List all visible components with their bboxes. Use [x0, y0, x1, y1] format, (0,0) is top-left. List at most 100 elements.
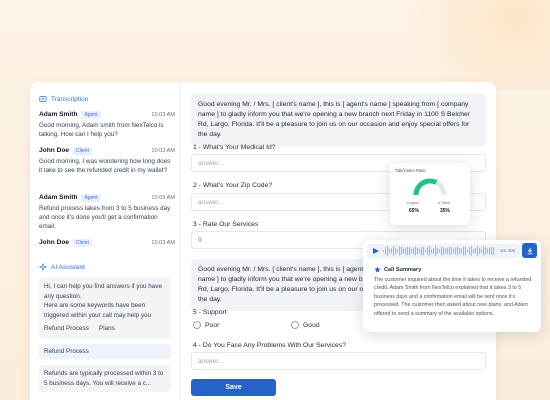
waveform-bar [471, 246, 473, 256]
keyword-chip[interactable]: Plans [99, 324, 115, 334]
waveform-bar [435, 246, 437, 256]
question-zip-code: 2 - What's Your Zip Code? [193, 182, 273, 189]
ratio-gauge [413, 178, 447, 196]
waveform-bar [451, 247, 453, 255]
message-time: 10:03 AM [151, 111, 175, 118]
option-label: Good [303, 321, 320, 329]
waveform-bar [483, 246, 485, 256]
waveform-bar [393, 246, 395, 256]
waveform-bar [479, 247, 481, 255]
waveform-bar [385, 247, 387, 255]
message-text: Refund process takes from 3 to 5 busines… [39, 205, 171, 230]
waveform-icon [383, 246, 495, 256]
waveform-bar [467, 249, 469, 253]
waveform-bar [485, 247, 487, 255]
transcription-title: Transcription [51, 95, 89, 103]
waveform-bar [395, 247, 397, 255]
audio-player[interactable]: 1m 40s [367, 244, 520, 258]
radio-button[interactable] [193, 321, 201, 329]
ai-keywords-text: Here are some keywords have been trigger… [44, 302, 152, 319]
radio-button[interactable] [291, 321, 299, 329]
star-icon [374, 266, 381, 273]
waveform-bar [465, 246, 467, 256]
waveform-bar [469, 246, 471, 256]
waveform-bar [455, 247, 457, 255]
waveform-bar [475, 247, 477, 255]
waveform-bar [397, 249, 399, 253]
speaker-name: Adam Smith [39, 194, 78, 201]
transcript-message: Adam Smith Agent 10:03 AM Refund process… [39, 193, 175, 231]
transcript-message: John Doe Client 10:03 AM Good morning, I… [39, 146, 175, 175]
message-text: Good morning, Adam smith from NexTelco i… [39, 122, 164, 138]
selected-keyword[interactable]: Refund Process [39, 344, 171, 359]
call-summary-text: The customer inquired about the time it … [374, 277, 532, 317]
question-rate-services: 3 - Rate Our Services [193, 221, 259, 228]
waveform-bar [473, 248, 475, 254]
agent-ratio-label: # Agent [407, 201, 420, 205]
gauge-fill [413, 178, 438, 196]
call-summary-header: Call Summary [374, 266, 421, 273]
question-problems: 4 - Do You Face Any Problems With Our Se… [193, 342, 346, 349]
waveform-bar [417, 247, 419, 255]
waveform-bar [423, 246, 425, 256]
waveform-bar [413, 247, 415, 255]
talk-listen-ratio-card: Talk/Listen Ratio # Agent 65% # Client 3… [390, 163, 470, 225]
left-panel: Transcription Adam Smith Agent 10:03 AM … [30, 82, 181, 400]
waveform-bar [459, 247, 461, 255]
waveform-bar [477, 246, 479, 256]
ai-assistant-title: AI Assistant [51, 263, 85, 271]
save-button[interactable]: Save [191, 379, 276, 396]
speaker-name: Adam Smith [39, 111, 78, 118]
waveform-bar [399, 246, 401, 256]
support-option-good[interactable]: Good [291, 321, 320, 329]
option-label: Poor [205, 321, 220, 329]
keyword-chip[interactable]: Refund Process [44, 324, 89, 334]
play-icon[interactable] [373, 247, 379, 254]
audio-duration: 1m 40s [499, 248, 515, 253]
role-badge: Client [73, 146, 92, 155]
waveform-bar [403, 248, 405, 254]
call-summary-title: Call Summary [384, 266, 422, 273]
agent-ratio-value: 65% [409, 208, 420, 214]
waveform-bar [447, 247, 449, 255]
question-medical-id: 1 - What's Your Medical Id? [193, 144, 276, 151]
waveform-bar [383, 250, 385, 252]
client-ratio-value: 35% [440, 208, 451, 214]
download-button[interactable] [522, 243, 537, 258]
download-icon [527, 247, 532, 254]
message-text: Good morning, I was wondering how long d… [39, 158, 171, 174]
waveform-bar [401, 247, 403, 255]
waveform-bar [415, 246, 417, 256]
ratio-title: Talk/Listen Ratio [395, 168, 426, 173]
ai-intro-text: Hi, I can help you find answers if you h… [44, 283, 162, 300]
role-badge: Agent [81, 193, 101, 202]
problems-input[interactable]: answer... [191, 352, 486, 370]
question-support: 5 - Support [193, 309, 227, 316]
message-time: 10:03 AM [151, 147, 175, 154]
support-option-poor[interactable]: Poor [193, 321, 219, 329]
waveform-bar [407, 247, 409, 255]
sparkle-icon [39, 263, 47, 271]
waveform-bar [493, 247, 495, 255]
message-time: 10:03 AM [151, 194, 175, 201]
waveform-bar [489, 247, 491, 255]
waveform-bar [425, 249, 427, 253]
waveform-bar [437, 247, 439, 255]
ai-answer-bubble: Refunds are typically processed within 3… [39, 365, 171, 393]
transcript-message: John Doe Client 10:03 AM [39, 238, 175, 247]
waveform-bar [411, 248, 413, 254]
waveform-bar [419, 248, 421, 254]
waveform-bar [457, 246, 459, 256]
waveform-bar [433, 248, 435, 254]
role-badge: Agent [81, 110, 101, 119]
waveform-bar [389, 248, 391, 254]
waveform-bar [481, 249, 483, 253]
client-ratio-label: # Client [438, 201, 451, 205]
waveform-bar [427, 247, 429, 255]
waveform-bar [461, 248, 463, 254]
ai-assistant-header: AI Assistant [39, 263, 85, 271]
script-greeting: Good evening Mr. / Mrs. [ client's name … [191, 94, 486, 146]
waveform-bar [487, 248, 489, 254]
waveform-bar [463, 246, 465, 256]
message-time: 10:03 AM [151, 239, 175, 246]
